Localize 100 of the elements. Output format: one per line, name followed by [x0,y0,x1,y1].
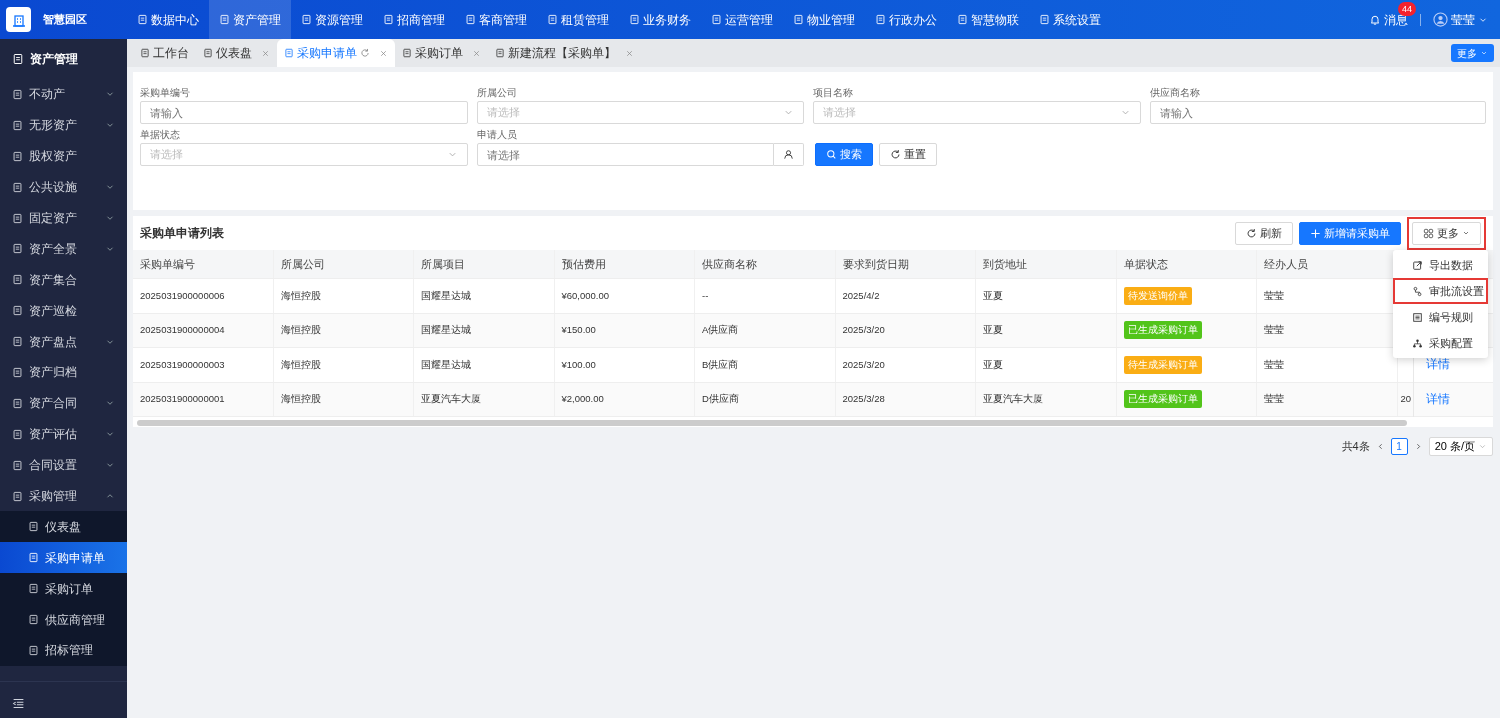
document-icon [12,305,23,317]
nav-tab[interactable]: 资源管理 [291,0,373,39]
menu-item[interactable]: 审批流设置 [1393,278,1488,304]
details-link[interactable]: 详情 [1426,390,1450,408]
hierarchy-icon [1412,337,1423,349]
field-label: 项目名称 [813,86,854,100]
sidebar-item[interactable]: 资产巡检 [0,295,127,327]
document-icon [12,459,23,471]
prev-icon [1375,441,1385,451]
table-cell: 海恒控股 [280,288,321,303]
table-cell: 国耀星达城 [421,357,471,372]
nav-tab[interactable]: 物业管理 [783,0,865,39]
document-icon [137,14,148,25]
document-icon [402,48,412,58]
column-header: 所属公司 [273,250,414,278]
sidebar-item[interactable]: 资产全景 [0,233,127,265]
sidebar-item[interactable]: 资产盘点 [0,326,127,357]
sidebar-item[interactable]: 固定资产 [0,202,127,234]
sidebar-subitem[interactable]: 招标管理 [0,635,127,666]
status-tag: 待发送询价单 [1123,286,1192,305]
document-icon [12,366,23,378]
page-button[interactable]: 1 [1390,437,1408,455]
sidebar-item[interactable]: 公共设施 [0,171,127,203]
document-icon [12,181,23,193]
page-tab[interactable]: 新建流程【采购单】 [488,39,641,67]
reset-button[interactable]: 重置 [879,143,937,166]
text-field[interactable]: 请输入 [140,101,468,124]
document-icon [28,521,39,533]
text-field[interactable]: 请选择 [476,143,774,166]
search-button[interactable]: 搜索 [815,143,873,166]
document-icon [28,614,39,626]
sidebar-item[interactable]: 无形资产 [0,109,127,141]
sidebar-item[interactable]: 合同设置 [0,449,127,481]
sidebar-item[interactable]: 采购管理 [0,480,127,512]
nav-tab[interactable]: 资产管理 [209,0,291,39]
sidebar-subitem[interactable]: 采购订单 [0,573,127,605]
page-tab[interactable]: 工作台 [133,39,196,67]
sidebar-item[interactable]: 不动产 [0,79,127,110]
table-cell: 2025031900000001 [140,392,225,407]
reset-icon [890,149,901,160]
sidebar-item[interactable]: 资产归档 [0,357,127,388]
status-tag: 已生成采购订单 [1123,390,1202,409]
document-icon [12,119,23,131]
collapse-icon [12,697,25,711]
page-tab[interactable]: 采购申请单 [277,39,395,67]
page-size-select[interactable]: 20 条/页 [1428,436,1493,456]
nav-tab[interactable]: 运营管理 [701,0,783,39]
page-tab[interactable]: 采购订单 [395,39,488,67]
add-button[interactable]: 新增请采购单 [1299,221,1401,245]
user-picker-button[interactable] [774,143,804,166]
nav-tab[interactable]: 行政办公 [865,0,947,39]
nav-tab[interactable]: 招商管理 [373,0,455,39]
refresh-icon [360,48,370,58]
menu-item[interactable]: 采购配置 [1393,330,1488,356]
sidebar-item[interactable]: 资产集合 [0,264,127,296]
total-count: 共4条 [1341,438,1370,454]
refresh-button[interactable]: 刷新 [1235,221,1293,245]
document-icon [875,14,886,25]
nav-tab[interactable]: 系统设置 [1029,0,1111,39]
more-button[interactable]: 更多 [1451,44,1494,62]
document-icon [547,14,558,25]
sidebar-item[interactable]: 资产合同 [0,387,127,419]
table-cell: 20 [1400,392,1412,407]
nav-tab[interactable]: 业务财务 [619,0,701,39]
table-cell: 2025031900000006 [140,288,225,303]
table-cell: 海恒控股 [280,357,321,372]
sidebar-item[interactable]: 股权资产 [0,140,127,172]
document-icon [383,14,394,25]
list-icon [1412,311,1423,323]
table-cell: 2025/3/28 [842,392,885,407]
table-cell: ¥60,000.00 [561,288,610,303]
table-cell: 亚夏 [983,323,1003,338]
status-tag: 待生成采购订单 [1123,355,1202,374]
user-menu[interactable]: 莹莹 [1433,0,1488,39]
text-field[interactable]: 请输入 [1149,101,1486,124]
nav-tab[interactable]: 客商管理 [455,0,537,39]
table-cell: 莹莹 [1264,392,1284,407]
table-cell: 亚夏汽车大厦 [983,392,1043,407]
table-cell: 2025/4/2 [842,288,880,303]
nav-tab[interactable]: 数据中心 [127,0,209,39]
document-icon [12,397,23,409]
close-icon [379,48,388,58]
sidebar-subitem[interactable]: 采购申请单 [0,542,127,574]
table-cell: 亚夏 [983,288,1003,303]
sidebar-item[interactable]: 资产评估 [0,418,127,450]
document-icon [12,88,23,100]
sidebar-subitem[interactable]: 供应商管理 [0,604,127,636]
more-button[interactable]: 更多 [1412,221,1481,245]
nav-tab[interactable]: 智慧物联 [947,0,1029,39]
scrollbar[interactable] [137,420,1407,426]
page-tab[interactable]: 仪表盘 [196,39,277,67]
table-cell: 国耀星达城 [421,288,471,303]
document-icon [12,490,23,502]
nav-tab[interactable]: 租赁管理 [537,0,619,39]
sidebar-subitem[interactable]: 仪表盘 [0,511,127,543]
caret-icon [1480,49,1488,57]
menu-item[interactable]: 编号规则 [1393,304,1488,330]
details-link[interactable]: 详情 [1426,356,1450,374]
field-label: 单据状态 [140,128,181,142]
table-cell: 2025/3/20 [842,357,885,372]
